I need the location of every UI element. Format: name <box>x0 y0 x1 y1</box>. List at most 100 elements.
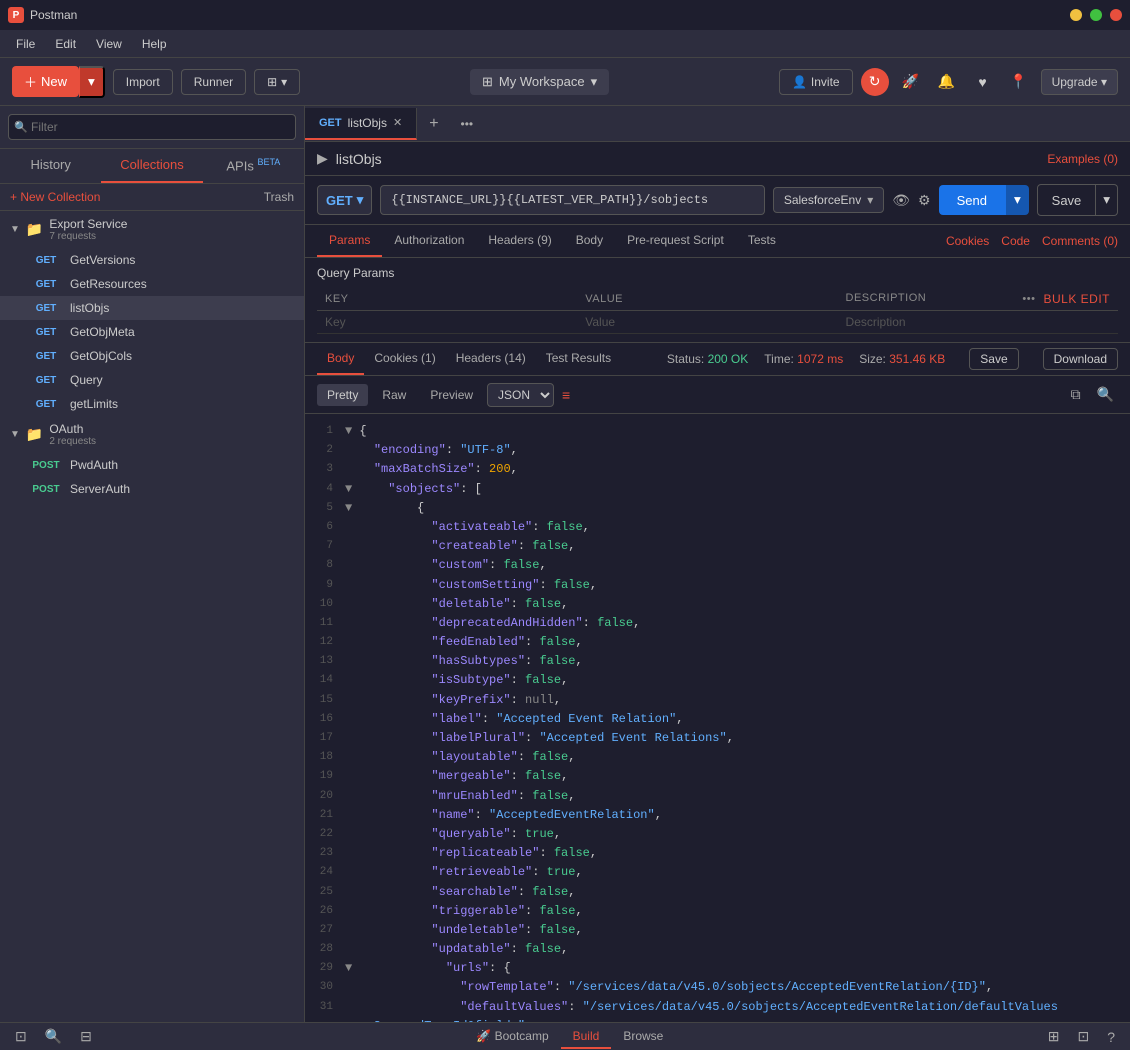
build-tab[interactable]: Build <box>561 1025 612 1049</box>
heart-icon[interactable]: ♥ <box>969 68 997 96</box>
new-collection-button[interactable]: + New Collection <box>10 190 100 204</box>
sidebar-bottom-icon[interactable]: ⊟ <box>77 1025 95 1048</box>
minimize-button[interactable] <box>1070 9 1082 21</box>
sync-button[interactable]: ↻ <box>861 68 889 96</box>
menu-view[interactable]: View <box>88 33 130 55</box>
code-line: 12 "feedEnabled": false, <box>305 633 1130 652</box>
request-server-auth[interactable]: POST ServerAuth <box>0 477 304 501</box>
raw-view-button[interactable]: Raw <box>372 384 416 406</box>
env-settings-icon[interactable]: 👁 <box>892 192 910 209</box>
request-get-resources[interactable]: GET GetResources <box>0 272 304 296</box>
line-number: 4 <box>305 480 345 499</box>
request-pwd-auth[interactable]: POST PwdAuth <box>0 453 304 477</box>
sidebar-search-area <box>0 106 304 149</box>
tab-add-button[interactable]: + <box>417 107 450 141</box>
search-input[interactable] <box>8 114 296 140</box>
tab-collections[interactable]: Collections <box>101 149 202 183</box>
save-dropdown-button[interactable]: ▾ <box>1096 184 1118 216</box>
key-input[interactable] <box>325 315 569 329</box>
tab-history[interactable]: History <box>0 149 101 183</box>
tab-close-icon[interactable]: ✕ <box>393 116 402 129</box>
layout-bottom-icon[interactable]: ⊞ <box>1045 1025 1063 1048</box>
collapse-arrow-icon[interactable]: ▼ <box>345 482 359 496</box>
request-get-obj-cols[interactable]: GET GetObjCols <box>0 344 304 368</box>
url-input[interactable] <box>380 185 765 215</box>
cookies-link[interactable]: Cookies <box>946 234 989 248</box>
download-button[interactable]: Download <box>1043 348 1118 370</box>
pretty-view-button[interactable]: Pretty <box>317 384 368 406</box>
bell-icon[interactable]: 🔔 <box>933 68 961 96</box>
runner-button[interactable]: Runner <box>181 69 246 95</box>
collection-header-oauth[interactable]: ▼ 📁 OAuth 2 requests <box>0 416 304 453</box>
tab-more-button[interactable]: ••• <box>451 109 484 139</box>
copy-icon[interactable]: ⧉ <box>1067 382 1085 407</box>
env-gear-icon[interactable]: ⚙ <box>918 192 931 209</box>
req-tab-headers[interactable]: Headers (9) <box>476 225 563 257</box>
help-bottom-icon[interactable]: ? <box>1104 1026 1118 1048</box>
req-tab-body[interactable]: Body <box>564 225 615 257</box>
collapse-arrow-icon[interactable]: ▼ <box>345 961 359 975</box>
window-bottom-icon[interactable]: ⊡ <box>1074 1025 1092 1048</box>
format-button[interactable]: ≡ <box>558 383 574 407</box>
workspace-arrow-icon: ▾ <box>591 74 598 90</box>
new-dropdown-button[interactable]: ▾ <box>79 66 105 98</box>
tab-apis[interactable]: APIs BETA <box>203 149 304 183</box>
bootcamp-tab[interactable]: 🚀 Bootcamp <box>464 1025 560 1049</box>
description-input[interactable] <box>846 315 1110 329</box>
response-save-button[interactable]: Save <box>969 348 1018 370</box>
workspace-selector[interactable]: ⊞ My Workspace ▾ <box>470 69 609 95</box>
send-dropdown-button[interactable]: ▾ <box>1005 185 1029 215</box>
resp-tab-cookies[interactable]: Cookies (1) <box>364 343 445 375</box>
save-button[interactable]: Save <box>1037 184 1097 216</box>
req-tab-tests[interactable]: Tests <box>736 225 788 257</box>
browse-tab[interactable]: Browse <box>611 1025 675 1049</box>
method-badge-get: GET <box>30 303 62 314</box>
status-value: 200 OK <box>708 352 749 366</box>
preview-view-button[interactable]: Preview <box>420 384 483 406</box>
value-input[interactable] <box>585 315 829 329</box>
astronaut-icon[interactable]: 🚀 <box>897 68 925 96</box>
menu-edit[interactable]: Edit <box>47 33 84 55</box>
layout-button[interactable]: ⊞ ▾ <box>254 69 300 95</box>
resp-tab-body[interactable]: Body <box>317 343 364 375</box>
search-bottom-icon[interactable]: 🔍 <box>42 1025 65 1048</box>
upgrade-button[interactable]: Upgrade ▾ <box>1041 69 1118 95</box>
col-value: VALUE <box>577 288 837 311</box>
req-tab-params[interactable]: Params <box>317 225 382 257</box>
collapse-arrow-icon[interactable]: ▼ <box>345 501 359 515</box>
maximize-button[interactable] <box>1090 9 1102 21</box>
req-tab-authorization[interactable]: Authorization <box>382 225 476 257</box>
req-tab-pre-request[interactable]: Pre-request Script <box>615 225 736 257</box>
bulk-edit-button[interactable]: Bulk Edit <box>1043 292 1110 306</box>
request-tab-list-objs[interactable]: GET listObjs ✕ <box>305 108 417 140</box>
comments-link[interactable]: Comments (0) <box>1042 234 1118 248</box>
console-icon[interactable]: ⊡ <box>12 1025 30 1048</box>
params-more-icon[interactable]: ••• <box>1022 293 1035 305</box>
request-list-objs[interactable]: GET listObjs <box>0 296 304 320</box>
collection-header-export[interactable]: ▼ 📁 Export Service 7 requests <box>0 211 304 248</box>
format-selector[interactable]: JSON <box>487 383 554 407</box>
menu-help[interactable]: Help <box>134 33 175 55</box>
method-selector[interactable]: GET ▾ <box>317 185 372 215</box>
close-button[interactable] <box>1110 9 1122 21</box>
resp-tab-test-results[interactable]: Test Results <box>536 343 621 375</box>
location-icon[interactable]: 📍 <box>1005 68 1033 96</box>
code-line: 23 "replicateable": false, <box>305 844 1130 863</box>
examples-link[interactable]: Examples (0) <box>1047 152 1118 166</box>
code-link[interactable]: Code <box>1001 234 1030 248</box>
invite-button[interactable]: 👤 Invite <box>779 69 853 95</box>
collapse-arrow-icon[interactable]: ▼ <box>345 424 359 438</box>
menu-file[interactable]: File <box>8 33 43 55</box>
new-button[interactable]: ＋ New <box>12 66 79 97</box>
search-json-icon[interactable]: 🔍 <box>1093 382 1118 407</box>
resp-tab-headers[interactable]: Headers (14) <box>446 343 536 375</box>
environment-selector[interactable]: SalesforceEnv ▾ <box>773 187 884 213</box>
line-number: 8 <box>305 556 345 575</box>
import-button[interactable]: Import <box>113 69 173 95</box>
trash-button[interactable]: Trash <box>264 190 294 204</box>
request-get-limits[interactable]: GET getLimits <box>0 392 304 416</box>
request-get-obj-meta[interactable]: GET GetObjMeta <box>0 320 304 344</box>
request-query[interactable]: GET Query <box>0 368 304 392</box>
request-get-versions[interactable]: GET GetVersions <box>0 248 304 272</box>
send-button[interactable]: Send <box>939 185 1005 215</box>
